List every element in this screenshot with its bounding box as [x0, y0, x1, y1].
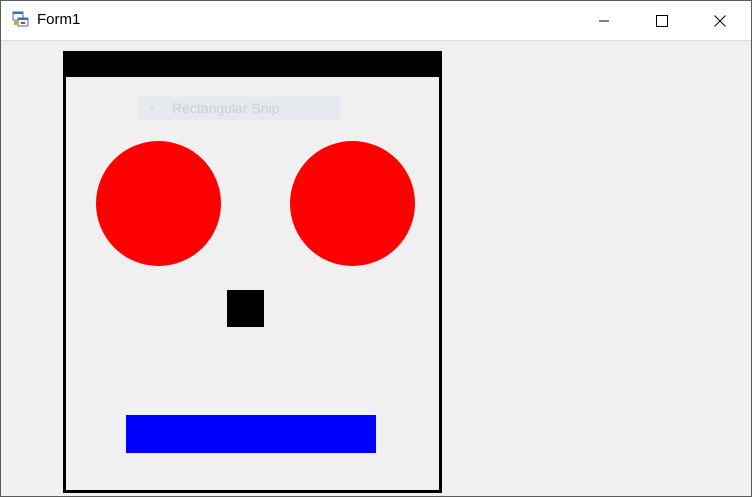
frame-top-bar [66, 54, 439, 77]
minimize-button[interactable] [575, 1, 633, 40]
window-title: Form1 [37, 11, 81, 28]
snip-label: Rectangular Snip [172, 100, 280, 116]
title-bar[interactable]: Form1 [1, 1, 751, 41]
maximize-button[interactable] [633, 1, 691, 40]
form-window: Form1 Rectangular Snip [0, 0, 752, 497]
drawing-frame: Rectangular Snip [63, 51, 442, 493]
maximize-icon [656, 14, 668, 27]
minimize-icon [599, 20, 609, 21]
close-button[interactable] [691, 1, 749, 40]
close-icon [714, 14, 726, 27]
radio-icon [146, 102, 158, 114]
left-eye-circle [96, 141, 221, 266]
app-icon [12, 11, 29, 27]
right-eye-circle [290, 141, 415, 266]
rectangular-snip-overlay: Rectangular Snip [138, 96, 340, 120]
mouth-rectangle [126, 415, 376, 453]
nose-square [227, 290, 264, 327]
